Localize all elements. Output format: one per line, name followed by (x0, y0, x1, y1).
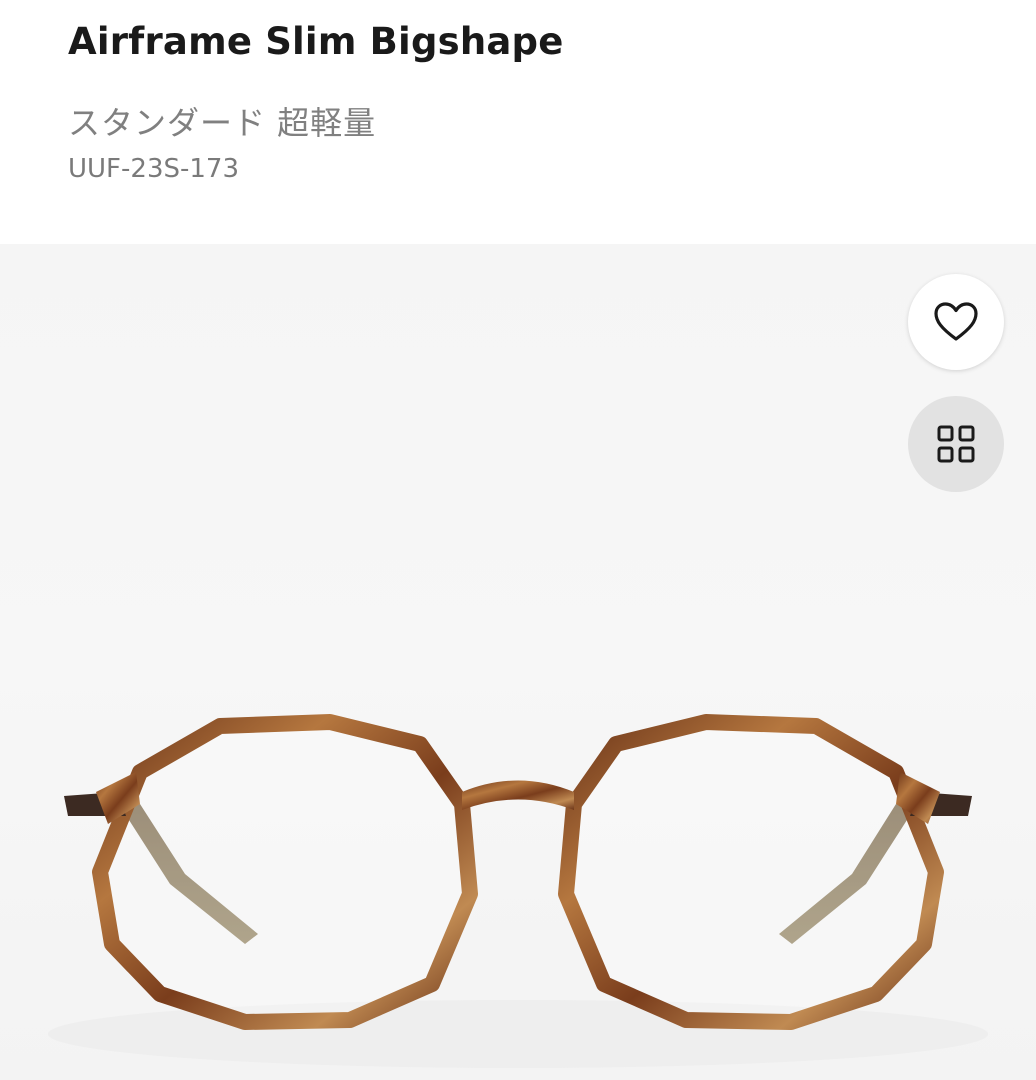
glasses-image (48, 714, 988, 1068)
product-image (0, 244, 1036, 1080)
product-code: UUF-23S-173 (68, 154, 239, 184)
product-subtitle: スタンダード 超軽量 (68, 104, 377, 142)
product-title: Airframe Slim Bigshape (68, 20, 564, 63)
favorite-button[interactable] (908, 274, 1004, 370)
product-header: Airframe Slim Bigshape スタンダード 超軽量 UUF-23… (0, 0, 1036, 244)
grid-icon (936, 424, 976, 464)
heart-icon (933, 301, 979, 343)
product-page: Airframe Slim Bigshape スタンダード 超軽量 UUF-23… (0, 0, 1036, 1080)
view-all-images-button[interactable] (908, 396, 1004, 492)
